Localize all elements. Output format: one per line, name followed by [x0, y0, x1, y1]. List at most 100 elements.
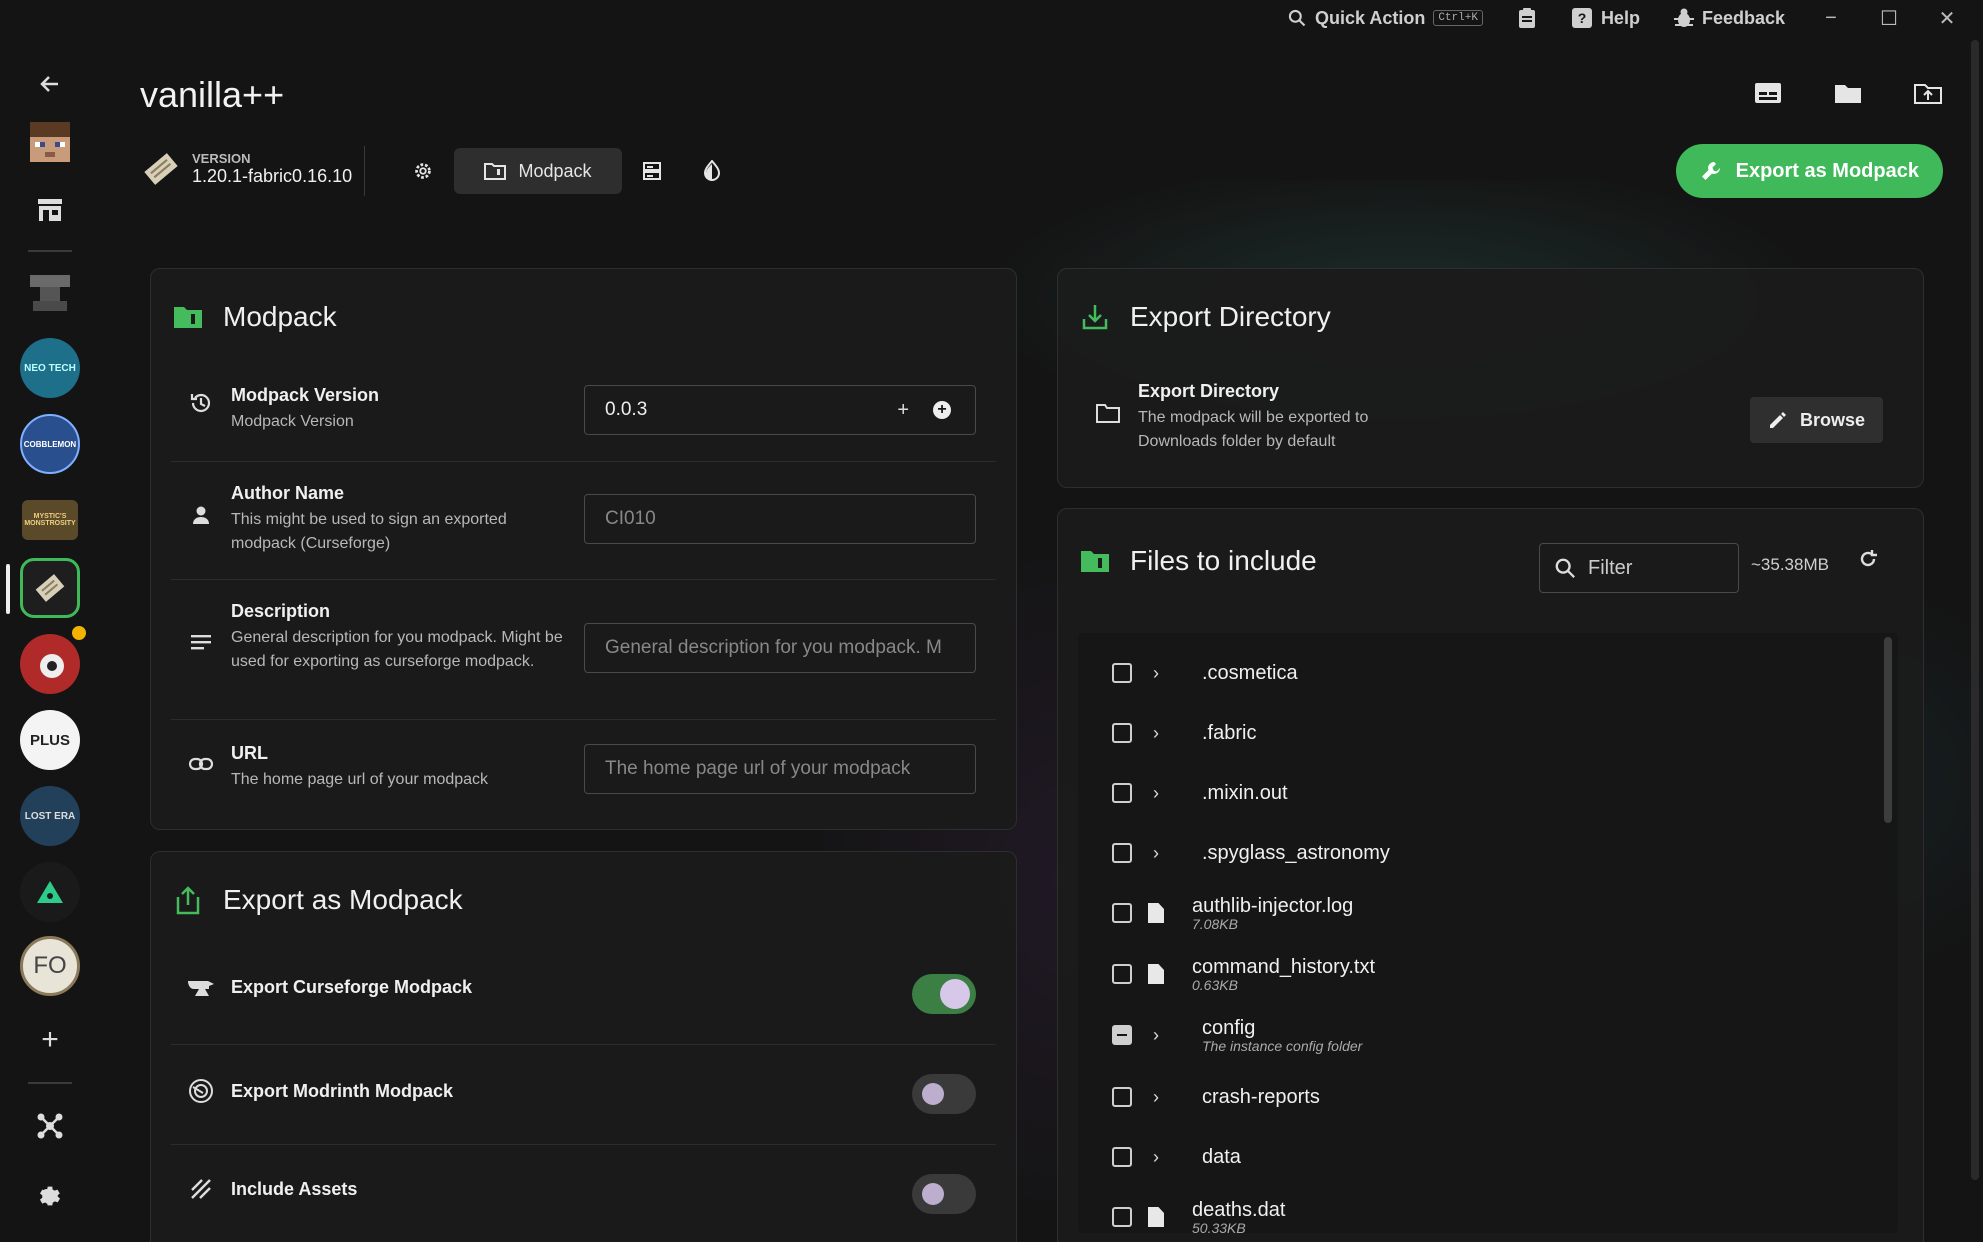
help-button[interactable]: ? Help	[1557, 0, 1654, 36]
url-input[interactable]: The home page url of your modpack	[584, 744, 976, 794]
checkbox[interactable]	[1112, 964, 1132, 984]
minimize-button[interactable]: −	[1805, 0, 1857, 36]
include-assets-toggle[interactable]	[912, 1174, 976, 1214]
checkbox-indeterminate[interactable]	[1112, 1025, 1132, 1045]
sidebar-instance-mystics[interactable]: MYSTIC'S MONSTROSITY	[22, 500, 78, 540]
file-name: command_history.txt	[1192, 955, 1376, 978]
sidebar-instance-fo[interactable]: FO	[20, 936, 80, 996]
checkbox[interactable]	[1112, 723, 1132, 743]
chevron-right-icon[interactable]: ›	[1146, 1147, 1166, 1168]
sidebar-instance-cobblemon[interactable]: COBBLEMON	[20, 414, 80, 474]
file-row[interactable]: › config The instance config folder	[1078, 1007, 1878, 1063]
tab-theme[interactable]	[682, 148, 742, 194]
sidebar-instance-lost-era[interactable]: LOST ERA	[20, 786, 80, 846]
checkbox[interactable]	[1112, 1087, 1132, 1107]
store-button[interactable]	[20, 180, 80, 240]
close-button[interactable]: ✕	[1921, 0, 1973, 36]
browse-button[interactable]: Browse	[1749, 397, 1883, 443]
header-divider	[364, 146, 365, 196]
row-divider	[171, 1044, 996, 1045]
checkbox[interactable]	[1112, 843, 1132, 863]
search-icon	[1555, 558, 1575, 578]
minimize-icon: −	[1825, 6, 1837, 29]
sidebar-instance-plus[interactable]: PLUS	[20, 710, 80, 770]
file-icon	[1146, 1207, 1166, 1227]
description-input[interactable]: General description for you modpack. M	[584, 623, 976, 673]
add-circle-icon[interactable]: +	[933, 401, 951, 419]
tab-settings[interactable]	[392, 148, 454, 194]
modrinth-toggle[interactable]	[912, 1074, 976, 1114]
sidebar-instance-vanilla[interactable]	[20, 558, 80, 618]
modrinth-icon	[171, 1078, 231, 1104]
sidebar-instance-red[interactable]	[20, 634, 80, 694]
log-button[interactable]	[1753, 76, 1783, 110]
open-folder-button[interactable]	[1833, 76, 1863, 110]
file-size: 7.08KB	[1192, 915, 1238, 932]
file-row[interactable]: command_history.txt 0.63KB	[1078, 946, 1878, 1002]
texture-icon	[171, 1178, 231, 1200]
instance-logo-text: NEO TECH	[24, 362, 76, 374]
row-title: Export Directory	[1138, 381, 1280, 401]
help-label: Help	[1600, 7, 1640, 28]
maximize-button[interactable]: ☐	[1863, 0, 1915, 36]
page-scrollbar[interactable]	[1971, 40, 1979, 1180]
tab-storage[interactable]	[622, 148, 682, 194]
scrollbar[interactable]	[1884, 637, 1892, 823]
row-title: Include Assets	[231, 1178, 358, 1199]
feedback-button[interactable]: Feedback	[1660, 0, 1799, 36]
user-avatar[interactable]	[20, 112, 80, 172]
sidebar-instance-green[interactable]	[20, 862, 80, 922]
filter-input[interactable]: Filter	[1539, 543, 1739, 593]
chevron-right-icon[interactable]: ›	[1146, 783, 1166, 804]
increment-button[interactable]: +	[897, 399, 909, 422]
curseforge-toggle[interactable]	[912, 974, 976, 1014]
file-row[interactable]: › .spyglass_astronomy	[1078, 825, 1878, 881]
add-instance-button[interactable]: +	[20, 1010, 80, 1070]
file-row[interactable]: › .cosmetica	[1078, 645, 1878, 701]
share-button[interactable]	[1913, 76, 1943, 110]
modpack-version-input[interactable]: 0.0.3 + +	[584, 385, 976, 435]
refresh-button[interactable]	[1858, 549, 1878, 575]
chevron-right-icon[interactable]: ›	[1146, 1025, 1166, 1046]
file-name: authlib-injector.log	[1192, 894, 1354, 917]
file-row[interactable]: › data	[1078, 1129, 1878, 1185]
gear-icon	[39, 1186, 61, 1206]
folder-zip-icon	[174, 307, 202, 328]
settings-button[interactable]	[20, 1166, 80, 1226]
chevron-right-icon[interactable]: ›	[1146, 843, 1166, 864]
export-button-label: Export as Modpack	[1735, 159, 1919, 182]
checkbox[interactable]	[1112, 1207, 1132, 1227]
file-row[interactable]: authlib-injector.log 7.08KB	[1078, 885, 1878, 941]
file-row[interactable]: › crash-reports	[1078, 1069, 1878, 1125]
sidebar: NEO TECH COBBLEMON MYSTIC'S MONSTROSITY …	[0, 36, 100, 1242]
quick-action-button[interactable]: Quick Action Ctrl+K	[1273, 0, 1497, 36]
network-button[interactable]	[20, 1096, 80, 1156]
instance-logo-text: PLUS	[29, 731, 70, 749]
sidebar-instance-anvil[interactable]	[20, 262, 80, 322]
chevron-right-icon[interactable]: ›	[1146, 723, 1166, 744]
sidebar-instance-neotech[interactable]: NEO TECH	[20, 338, 80, 398]
checkbox[interactable]	[1112, 663, 1132, 683]
file-row[interactable]: › .fabric	[1078, 705, 1878, 761]
row-desc: The modpack will be exported to Download…	[1138, 409, 1369, 450]
back-button[interactable]	[20, 54, 80, 114]
notes-icon	[171, 601, 231, 651]
checkbox[interactable]	[1112, 903, 1132, 923]
folder-upload-icon	[1914, 84, 1942, 104]
checkbox[interactable]	[1112, 783, 1132, 803]
export-options-card: Export as Modpack Export Curseforge Modp…	[150, 851, 1017, 1242]
chevron-right-icon[interactable]: ›	[1146, 663, 1166, 684]
chevron-right-icon[interactable]: ›	[1146, 1087, 1166, 1108]
file-row[interactable]: › .mixin.out	[1078, 765, 1878, 821]
author-name-placeholder: CI010	[605, 508, 656, 529]
clipboard-button[interactable]	[1503, 0, 1551, 36]
export-as-modpack-button[interactable]: Export as Modpack	[1675, 144, 1943, 198]
tab-modpack[interactable]: Modpack	[454, 148, 622, 194]
row-title: Description	[231, 601, 331, 621]
sidebar-divider	[28, 1082, 72, 1084]
author-name-input[interactable]: CI010	[584, 494, 976, 544]
file-row[interactable]: deaths.dat 50.33KB	[1078, 1189, 1878, 1233]
card-title: Export Directory	[1130, 301, 1331, 332]
triangle-icon	[37, 881, 63, 903]
checkbox[interactable]	[1112, 1147, 1132, 1167]
